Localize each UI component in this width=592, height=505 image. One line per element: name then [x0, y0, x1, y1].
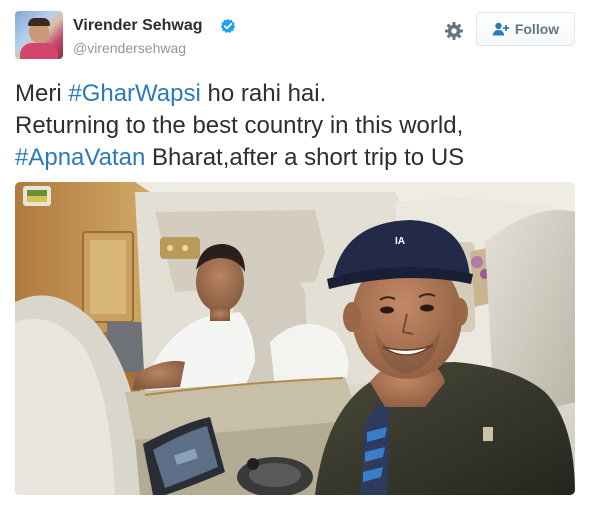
follow-button[interactable]: Follow: [476, 12, 575, 46]
add-user-icon: [492, 22, 509, 36]
hashtag-link[interactable]: #GharWapsi: [68, 80, 201, 107]
author-name[interactable]: Virender Sehwag: [73, 17, 203, 35]
author-handle[interactable]: @virendersehwag: [73, 40, 186, 56]
photo-illustration: IA: [15, 182, 575, 495]
svg-text:IA: IA: [395, 236, 405, 247]
hashtag-link[interactable]: #ApnaVatan: [15, 144, 145, 171]
tweet-card: Virender Sehwag @virendersehwag Follow M…: [0, 0, 592, 505]
tweet-text-segment: Meri: [15, 80, 69, 107]
follow-label: Follow: [514, 21, 560, 37]
verified-badge-icon: [220, 18, 236, 33]
tweet-text: Meri #GharWapsi ho rahi hai. Returning t…: [15, 78, 580, 174]
tweet-photo[interactable]: IA: [15, 182, 575, 495]
gear-icon[interactable]: [444, 21, 464, 41]
tweet-text-segment: Bharat,after a short trip to US: [145, 144, 465, 171]
tweet-line-1: Meri #GharWapsi ho rahi hai.: [15, 78, 580, 110]
avatar-hair: [28, 18, 50, 26]
tweet-line-2: Returning to the best country in this wo…: [15, 110, 580, 142]
avatar-shirt: [20, 43, 58, 59]
tweet-line-3: #ApnaVatan Bharat,after a short trip to …: [15, 142, 580, 174]
tweet-text-segment: ho rahi hai.: [200, 80, 327, 107]
tweet-text-segment: Returning to the best country in this wo…: [15, 112, 464, 139]
author-avatar[interactable]: [15, 11, 63, 59]
